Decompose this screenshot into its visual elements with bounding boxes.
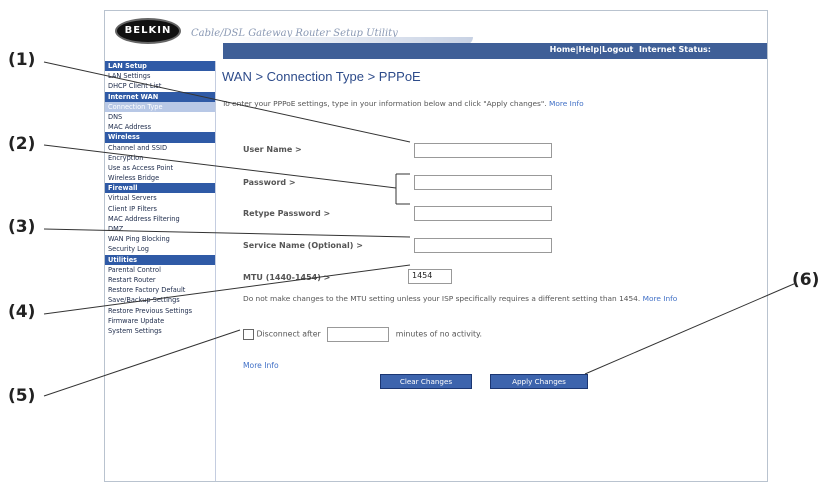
intro-message: To enter your PPPoE settings, type in yo… <box>222 99 547 108</box>
mtu-note-text: Do not make changes to the MTU setting u… <box>243 294 641 303</box>
mtu-label: MTU (1440-1454) > <box>243 273 331 282</box>
mtu-more-info-link[interactable]: More Info <box>643 294 678 303</box>
sidebar-item-wan-ping-blocking[interactable]: WAN Ping Blocking <box>105 234 215 244</box>
sidebar-item-parental-control[interactable]: Parental Control <box>105 265 215 275</box>
sidebar-item-restore-previous-settings[interactable]: Restore Previous Settings <box>105 306 215 316</box>
retype-password-input[interactable] <box>414 206 552 221</box>
disconnect-suffix: minutes of no activity. <box>395 329 483 339</box>
disconnect-row: Disconnect after minutes of no activity. <box>243 327 482 342</box>
sidebar-item-channel-and-ssid[interactable]: Channel and SSID <box>105 143 215 153</box>
intro-text: To enter your PPPoE settings, type in yo… <box>222 99 702 109</box>
help-link[interactable]: Help <box>579 45 600 54</box>
password-label: Password > <box>243 178 296 187</box>
main-content: WAN > Connection Type > PPPoE To enter y… <box>222 61 762 481</box>
internet-status-label: Internet Status: <box>638 45 711 54</box>
sidebar-item-connection-type[interactable]: Connection Type <box>105 101 215 112</box>
password-input[interactable] <box>414 175 552 190</box>
top-nav-links: Home|Help|Logout Internet Status: <box>549 45 711 54</box>
sidebar-item-security-log[interactable]: Security Log <box>105 244 215 254</box>
sidebar-item-dns[interactable]: DNS <box>105 112 215 122</box>
sidebar-item-encryption[interactable]: Encryption <box>105 153 215 163</box>
page-title: WAN > Connection Type > PPPoE <box>222 69 421 84</box>
sidebar-item-mac-address-filtering[interactable]: MAC Address Filtering <box>105 214 215 224</box>
sidebar-item-system-settings[interactable]: System Settings <box>105 326 215 336</box>
mtu-input[interactable]: 1454 <box>408 269 452 284</box>
intro-more-info-link[interactable]: More Info <box>549 99 584 108</box>
sidebar-item-save-backup-settings[interactable]: Save/Backup Settings <box>105 295 215 305</box>
clear-changes-button[interactable]: Clear Changes <box>380 374 472 389</box>
belkin-logo[interactable]: BELKIN <box>115 18 181 44</box>
apply-changes-button[interactable]: Apply Changes <box>490 374 588 389</box>
callout-4: (4) <box>8 302 36 322</box>
sidebar-item-wireless[interactable]: Wireless <box>105 132 215 143</box>
top-nav-bar: Home|Help|Logout Internet Status: <box>223 43 767 59</box>
sidebar-item-use-as-access-point[interactable]: Use as Access Point <box>105 163 215 173</box>
sidebar-item-lan-settings[interactable]: LAN Settings <box>105 71 215 81</box>
sidebar-item-firewall[interactable]: Firewall <box>105 183 215 194</box>
router-setup-window: BELKIN Cable/DSL Gateway Router Setup Ut… <box>104 10 768 482</box>
sidebar-item-firmware-update[interactable]: Firmware Update <box>105 316 215 326</box>
sidebar-item-internet-wan[interactable]: Internet WAN <box>105 91 215 102</box>
header: BELKIN Cable/DSL Gateway Router Setup Ut… <box>105 11 767 61</box>
sidebar: LAN Setup LAN Settings DHCP Client List Int… <box>105 61 216 481</box>
more-info-link[interactable]: More Info <box>243 361 279 370</box>
sidebar-item-restart-router[interactable]: Restart Router <box>105 275 215 285</box>
service-name-label: Service Name (Optional) > <box>243 241 363 250</box>
user-name-input[interactable] <box>414 143 552 158</box>
mtu-note: Do not make changes to the MTU setting u… <box>243 294 713 304</box>
disconnect-checkbox[interactable] <box>243 329 254 340</box>
user-name-label: User Name > <box>243 145 302 154</box>
sidebar-item-restore-factory-default[interactable]: Restore Factory Default <box>105 285 215 295</box>
disconnect-label: Disconnect after <box>256 329 321 339</box>
sidebar-item-lan-setup[interactable]: LAN Setup <box>105 61 215 72</box>
logout-link[interactable]: Logout <box>602 45 633 54</box>
retype-password-label: Retype Password > <box>243 209 331 218</box>
sidebar-item-mac-address[interactable]: MAC Address <box>105 122 215 132</box>
disconnect-minutes-input[interactable] <box>327 327 390 342</box>
callout-3: (3) <box>8 217 36 237</box>
service-name-input[interactable] <box>414 238 552 253</box>
home-link[interactable]: Home <box>550 45 576 54</box>
callout-6: (6) <box>792 270 820 290</box>
sidebar-item-dmz[interactable]: DMZ <box>105 224 215 234</box>
callout-1: (1) <box>8 50 36 70</box>
sidebar-item-dhcp-client-list[interactable]: DHCP Client List <box>105 81 215 91</box>
sidebar-item-client-ip-filters[interactable]: Client IP Filters <box>105 204 215 214</box>
sidebar-item-wireless-bridge[interactable]: Wireless Bridge <box>105 173 215 183</box>
callout-5: (5) <box>8 386 36 406</box>
callout-2: (2) <box>8 134 36 154</box>
sidebar-item-virtual-servers[interactable]: Virtual Servers <box>105 193 215 203</box>
sidebar-item-utilities[interactable]: Utilities <box>105 254 215 265</box>
